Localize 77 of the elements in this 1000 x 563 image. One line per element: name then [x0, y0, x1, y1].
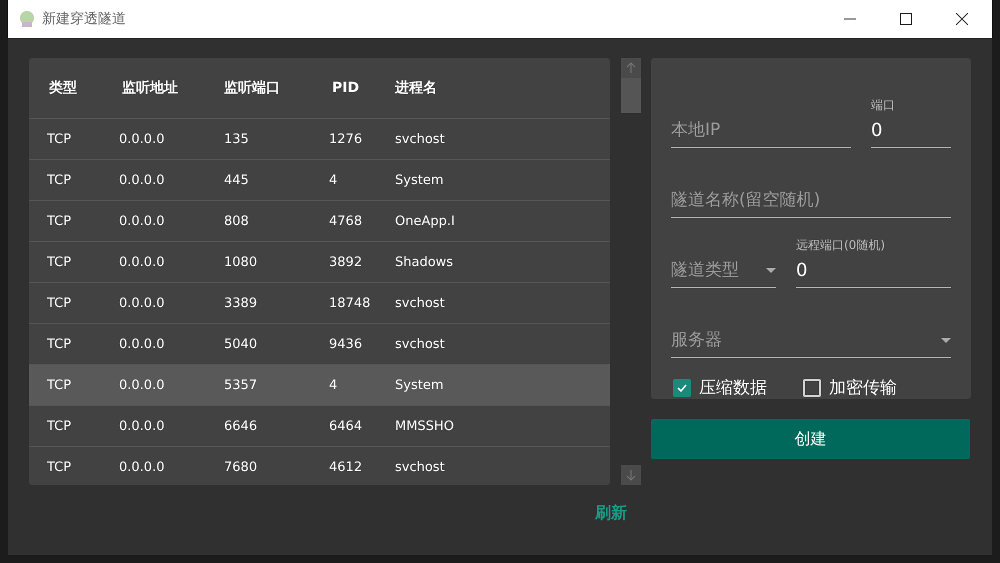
table-cell-text: TCP — [46, 172, 72, 188]
table-row[interactable]: TCP 0.0.0.0 7680 4612 svchost — [29, 447, 610, 485]
create-button[interactable]: 创建 — [651, 419, 970, 459]
close-icon[interactable] — [956, 13, 968, 25]
refresh-button[interactable]: 刷新 — [593, 499, 629, 528]
table-cell-text: 4 — [329, 378, 338, 392]
checkbox-option[interactable]: 加密传输 — [803, 376, 897, 399]
checkbox[interactable] — [673, 378, 691, 396]
table-cell-text: OneApp.I — [395, 214, 456, 228]
table-cell-text: 1276 — [329, 132, 364, 146]
local-ip-field[interactable]: 本地IP — [671, 96, 851, 148]
table-row[interactable]: TCP 0.0.0.0 445 4 System — [29, 160, 610, 201]
table-cell-text: 0.0.0.0 — [119, 336, 166, 352]
table-cell-text: 3892 — [329, 254, 364, 270]
table-cell-text: TCP — [46, 214, 72, 228]
scrollbar[interactable] — [620, 58, 641, 485]
table-cell-text: 6464 — [329, 418, 364, 434]
column-header: 监听地址 — [121, 79, 179, 97]
table-cell-text: Shadows — [395, 254, 454, 270]
table-cell-text: 0.0.0.0 — [119, 172, 166, 188]
table-cell-text: System — [395, 378, 444, 392]
checkbox-option[interactable]: 压缩数据 — [673, 376, 767, 399]
table-cell-text: 5040 — [224, 336, 258, 352]
table-cell-text: 6646 — [224, 418, 258, 434]
column-header: 进程名 — [395, 79, 438, 97]
column-header: 监听端口 — [224, 79, 281, 97]
tunnel-name-field[interactable]: 隧道名称(留空随机) — [671, 166, 951, 218]
table-row[interactable]: TCP 0.0.0.0 3389 18748 svchost — [29, 283, 610, 324]
table-cell-text: svchost — [395, 296, 446, 310]
maximize-icon[interactable] — [900, 13, 912, 25]
table-row[interactable]: TCP 0.0.0.0 1080 3892 Shadows — [29, 242, 610, 283]
table-cell-text: 0.0.0.0 — [119, 214, 166, 228]
table-row[interactable]: TCP 0.0.0.0 6646 6464 MMSSHO — [29, 406, 610, 447]
check-icon — [676, 382, 688, 394]
server-dropdown[interactable]: 服务器 — [671, 306, 951, 358]
table-cell-text: 0.0.0.0 — [119, 418, 166, 434]
table-cell-text: 5357 — [224, 378, 258, 392]
table-cell-text: 7680 — [224, 460, 258, 474]
table-cell-text: 445 — [224, 172, 250, 188]
table-row[interactable]: TCP 0.0.0.0 5357 4 System — [29, 365, 610, 406]
remote-port-field[interactable]: 远程端口(0随机) 0 — [796, 236, 951, 288]
table-row[interactable]: TCP 0.0.0.0 808 4768 OneApp.I — [29, 201, 610, 242]
table-cell-text: TCP — [46, 460, 72, 474]
table-cell-text: MMSSHO — [395, 418, 455, 434]
table-cell-text: TCP — [46, 336, 72, 352]
table-cell-text: 0.0.0.0 — [119, 132, 166, 146]
column-header: PID — [331, 80, 360, 96]
table-cell-text: 4612 — [329, 460, 364, 474]
table-cell-text: TCP — [46, 254, 72, 270]
table-cell-text: 0.0.0.0 — [119, 296, 166, 310]
table-cell-text: 9436 — [329, 336, 364, 352]
table-cell-text: 4768 — [329, 214, 364, 228]
table-cell-text: svchost — [395, 460, 446, 474]
table-cell-text: 808 — [224, 214, 250, 228]
table-cell-text: 3389 — [224, 296, 258, 310]
table-cell-text: TCP — [46, 296, 72, 310]
table-cell-text: TCP — [46, 132, 72, 146]
table-cell-text: svchost — [395, 336, 446, 352]
tunnel-type-dropdown[interactable]: 隧道类型 — [671, 236, 776, 288]
table-cell-text: 0.0.0.0 — [119, 254, 166, 270]
app-icon — [18, 10, 36, 28]
table-cell-text: 1080 — [224, 254, 258, 270]
table-cell-text: 135 — [224, 132, 250, 146]
table-cell-text: TCP — [46, 378, 72, 392]
table-cell-text: 0.0.0.0 — [119, 460, 166, 474]
table-cell-text: 4 — [329, 172, 338, 188]
scrollbar-thumb[interactable] — [620, 78, 640, 113]
window-title: 新建穿透隧道 — [42, 10, 126, 28]
table-cell-text: TCP — [46, 418, 72, 434]
table-cell-text: System — [395, 172, 444, 188]
table-cell-text: 18748 — [329, 296, 372, 310]
table-cell-text: svchost — [395, 132, 446, 146]
table-cell-text: 0.0.0.0 — [119, 378, 166, 392]
table-row[interactable]: TCP 0.0.0.0 135 1276 svchost — [29, 119, 610, 160]
column-header: 类型 — [48, 79, 78, 97]
checkbox[interactable] — [803, 378, 821, 396]
port-field[interactable]: 端口 0 — [871, 96, 951, 148]
